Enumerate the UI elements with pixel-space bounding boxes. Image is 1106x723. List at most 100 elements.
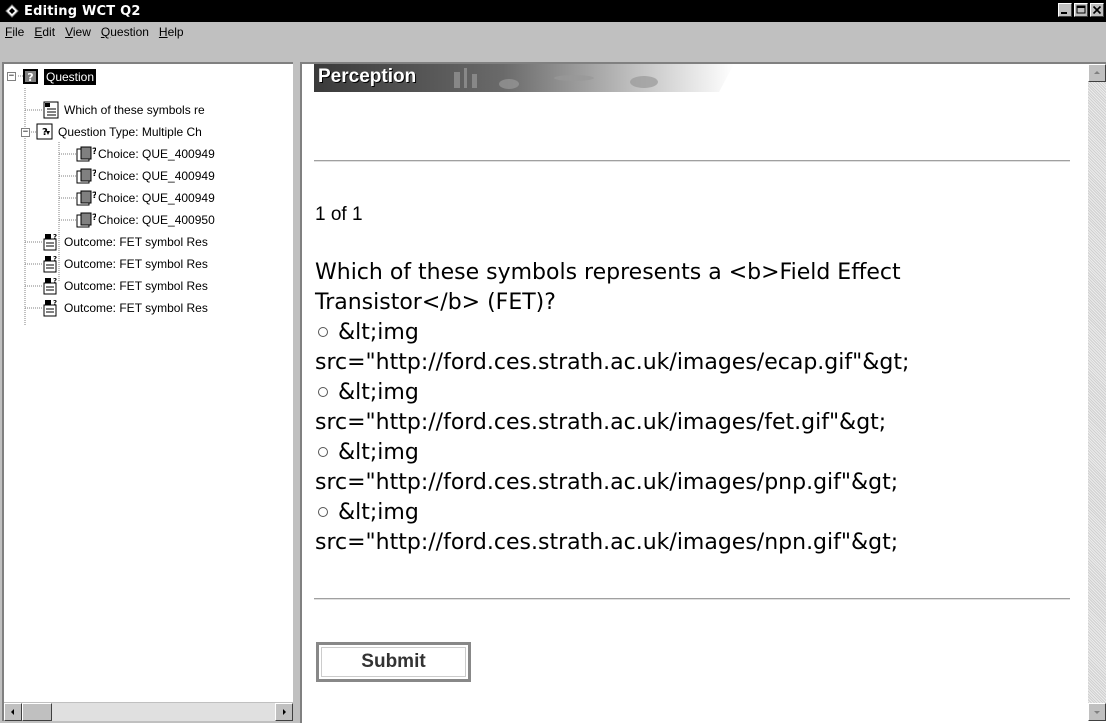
minimize-button[interactable] (1058, 3, 1072, 17)
choice-option[interactable]: &lt;img (315, 498, 1075, 528)
tree-item-question-type[interactable]: ? Question Type: Multiple Ch (36, 121, 202, 143)
outline-tree-pane[interactable]: − ? Question Which of these symbols re −… (2, 62, 293, 721)
text-document-icon (42, 101, 60, 119)
choice-option[interactable]: &lt;img (315, 438, 1075, 468)
scroll-up-button[interactable] (1088, 64, 1106, 82)
outcome-icon: ? (42, 299, 60, 317)
choice-icon: ? (76, 145, 97, 163)
tree-item-label: Choice: QUE_400949 (98, 191, 215, 205)
question-type-collapse-toggle[interactable]: − (21, 128, 30, 137)
tree-item-choice[interactable]: ? Choice: QUE_400950 (76, 209, 215, 231)
tree-item-choice[interactable]: ? Choice: QUE_400949 (76, 143, 215, 165)
choice-text: &lt;img (338, 440, 419, 465)
outcome-icon: ? (42, 277, 60, 295)
banner-brand-text: Perception (318, 66, 417, 87)
question-text-line: Which of these symbols represents a <b>F… (315, 260, 901, 285)
question-counter: 1 of 1 (315, 204, 363, 225)
question-preview-pane: Perception 1 of 1 Which of these symbols… (300, 62, 1106, 723)
perception-banner: Perception (314, 64, 734, 92)
pane-splitter[interactable] (293, 62, 300, 723)
arrow-down-icon (1094, 711, 1100, 714)
tree-item-label: Question (44, 69, 97, 85)
tree-item-outcome[interactable]: ? Outcome: FET symbol Res (42, 231, 208, 253)
choice-text: &lt;img (338, 320, 419, 345)
question-body: Which of these symbols represents a <b>F… (315, 258, 1075, 558)
close-button[interactable] (1090, 3, 1104, 17)
tree-item-choice[interactable]: ? Choice: QUE_400949 (76, 187, 215, 209)
choice-icon: ? (76, 189, 97, 207)
menu-question-label: uestion (110, 25, 149, 39)
menu-view-mnemonic: V (65, 25, 73, 39)
window-controls (1058, 3, 1104, 17)
arrow-up-icon (1094, 71, 1100, 74)
arrow-right-icon (283, 709, 286, 715)
scroll-down-button[interactable] (1088, 703, 1106, 721)
choice-option[interactable]: &lt;img (315, 318, 1075, 348)
tree-item-outcome[interactable]: ? Outcome: FET symbol Res (42, 253, 208, 275)
menu-view-label: iew (72, 25, 91, 39)
choice-option-source: src="http://ford.ces.strath.ac.uk/images… (315, 530, 899, 555)
tree-item-label: Outcome: FET symbol Res (64, 235, 208, 249)
title-bar[interactable]: Editing WCT Q2 (0, 0, 1106, 22)
scroll-left-button[interactable] (4, 703, 22, 721)
maximize-icon (1076, 5, 1086, 14)
svg-text:?: ? (53, 277, 57, 285)
minimize-icon (1061, 12, 1067, 14)
tree-item-outcome[interactable]: ? Outcome: FET symbol Res (42, 275, 208, 297)
question-icon: ? (22, 68, 40, 86)
tree-item-label: Choice: QUE_400949 (98, 147, 215, 161)
tree-item-outcome[interactable]: ? Outcome: FET symbol Res (42, 297, 208, 319)
tree-item-label: Outcome: FET symbol Res (64, 301, 208, 315)
editor-window: Editing WCT Q2 File Edit View Question H… (0, 0, 1106, 723)
menu-help-label: elp (167, 25, 184, 39)
svg-text:?: ? (92, 191, 96, 201)
tree-horizontal-scrollbar[interactable] (4, 702, 293, 721)
outline-tree: − ? Question Which of these symbols re −… (4, 64, 293, 704)
scroll-track[interactable] (1088, 82, 1106, 703)
tree-item-choice[interactable]: ? Choice: QUE_400949 (76, 165, 215, 187)
window-title: Editing WCT Q2 (24, 3, 141, 19)
svg-text:?: ? (27, 71, 33, 84)
scroll-thumb[interactable] (22, 703, 52, 721)
choice-radio[interactable] (318, 506, 328, 517)
tree-item-label: Question Type: Multiple Ch (58, 125, 202, 139)
maximize-button[interactable] (1074, 3, 1088, 17)
top-divider (314, 160, 1070, 162)
menu-bar: File Edit View Question Help (0, 22, 1106, 42)
svg-text:?: ? (92, 169, 96, 179)
choice-text: &lt;img (338, 500, 419, 525)
menu-help-mnemonic: H (158, 25, 168, 39)
choice-option-source: src="http://ford.ces.strath.ac.uk/images… (315, 350, 910, 375)
menu-edit[interactable]: Edit (29, 25, 60, 39)
choice-option-source: src="http://ford.ces.strath.ac.uk/images… (315, 410, 887, 435)
choice-radio[interactable] (318, 326, 328, 337)
menu-view[interactable]: View (60, 25, 96, 39)
menu-question[interactable]: Question (96, 25, 154, 39)
preview-vertical-scrollbar[interactable] (1088, 64, 1106, 721)
question-type-icon: ? (36, 123, 54, 141)
menu-help[interactable]: Help (154, 25, 189, 39)
choice-option-source: src="http://ford.ces.strath.ac.uk/images… (315, 470, 899, 495)
menu-file-label: ile (12, 25, 25, 39)
arrow-left-icon (11, 709, 14, 715)
outcome-icon: ? (42, 233, 60, 251)
tree-item-label: Which of these symbols re (64, 103, 205, 117)
choice-text: &lt;img (338, 380, 419, 405)
svg-text:?: ? (92, 213, 96, 223)
tree-item-label: Outcome: FET symbol Res (64, 279, 208, 293)
submit-button[interactable]: Submit (316, 642, 471, 682)
bottom-divider (314, 598, 1070, 600)
choice-icon: ? (76, 211, 97, 229)
choice-radio[interactable] (318, 446, 328, 457)
tree-item-question-text[interactable]: Which of these symbols re (42, 99, 205, 121)
tree-item-question[interactable]: ? Question (22, 66, 97, 88)
submit-button-bevel (321, 647, 466, 677)
scroll-right-button[interactable] (275, 703, 293, 721)
choice-option[interactable]: &lt;img (315, 378, 1075, 408)
tree-item-label: Outcome: FET symbol Res (64, 257, 208, 271)
choice-radio[interactable] (318, 386, 328, 397)
root-collapse-toggle[interactable]: − (7, 72, 16, 81)
menu-file[interactable]: File (0, 25, 29, 39)
menu-edit-label: dit (42, 25, 56, 39)
svg-text:?: ? (53, 233, 57, 241)
